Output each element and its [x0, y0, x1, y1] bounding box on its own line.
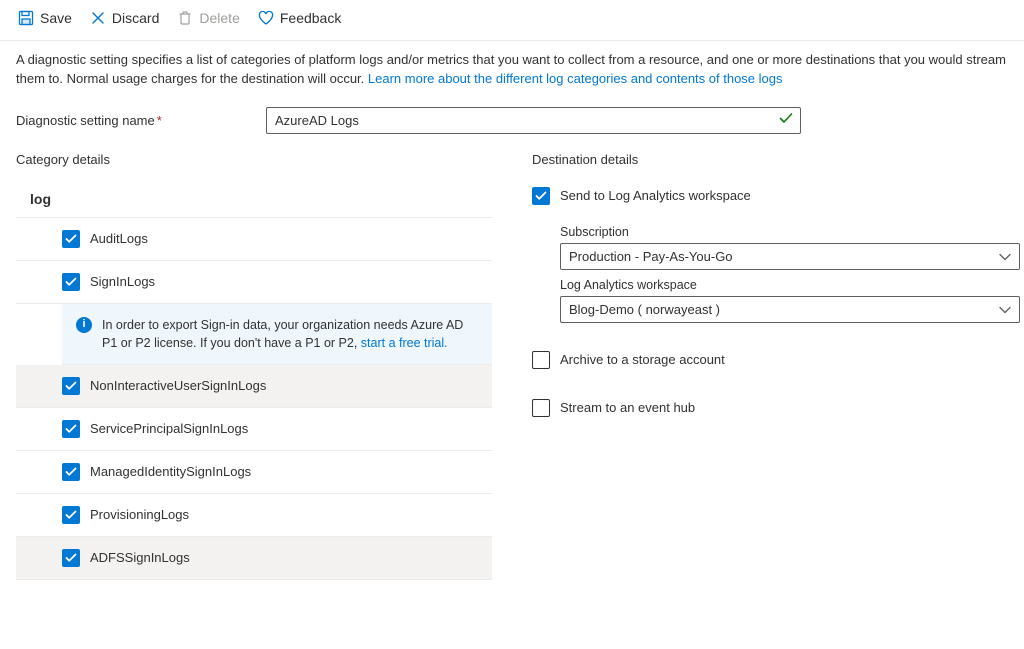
subscription-value: Production - Pay-As-You-Go: [569, 249, 733, 264]
chevron-down-icon: [999, 249, 1011, 264]
archive-storage-checkbox[interactable]: [532, 351, 550, 369]
info-icon: i: [76, 317, 92, 333]
log-label: ProvisioningLogs: [90, 507, 189, 522]
chevron-down-icon: [999, 302, 1011, 317]
destination-header: Destination details: [532, 152, 1008, 167]
save-label: Save: [40, 10, 72, 26]
feedback-button[interactable]: Feedback: [258, 10, 341, 26]
log-label: SignInLogs: [90, 274, 155, 289]
intro-text: A diagnostic setting specifies a list of…: [16, 51, 1006, 89]
send-log-analytics-label: Send to Log Analytics workspace: [560, 188, 751, 203]
stream-eventhub-row: Stream to an event hub: [532, 393, 1008, 423]
stream-eventhub-label: Stream to an event hub: [560, 400, 695, 415]
log-item: NonInteractiveUserSignInLogs: [16, 365, 492, 408]
log-label: AuditLogs: [90, 231, 148, 246]
command-bar: Save Discard Delete Feedback: [0, 0, 1024, 41]
discard-label: Discard: [112, 10, 159, 26]
columns: Category details log AuditLogs SignInLogs…: [16, 152, 1008, 580]
main-content: A diagnostic setting specifies a list of…: [0, 41, 1024, 600]
category-header: Category details: [16, 152, 492, 167]
log-checkbox[interactable]: [62, 230, 80, 248]
discard-button[interactable]: Discard: [90, 10, 159, 26]
log-list: AuditLogs SignInLogs i In order to export S…: [16, 218, 492, 580]
delete-button: Delete: [177, 10, 239, 26]
name-row: Diagnostic setting name*: [16, 107, 1008, 134]
delete-label: Delete: [199, 10, 239, 26]
category-column: Category details log AuditLogs SignInLogs…: [16, 152, 492, 580]
diagnostic-setting-name-input[interactable]: [266, 107, 801, 134]
feedback-label: Feedback: [280, 10, 341, 26]
log-item: ManagedIdentitySignInLogs: [16, 451, 492, 494]
log-label: ServicePrincipalSignInLogs: [90, 421, 248, 436]
send-log-analytics-row: Send to Log Analytics workspace: [532, 181, 1008, 211]
send-log-analytics-checkbox[interactable]: [532, 187, 550, 205]
log-analytics-subsection: Subscription Production - Pay-As-You-Go …: [532, 211, 1008, 327]
log-item: ServicePrincipalSignInLogs: [16, 408, 492, 451]
signin-info-box: i In order to export Sign-in data, your o…: [62, 304, 492, 365]
log-item: SignInLogs: [16, 261, 492, 304]
destination-column: Destination details Send to Log Analytic…: [532, 152, 1008, 580]
trash-icon: [177, 10, 193, 26]
name-label-text: Diagnostic setting name: [16, 113, 155, 128]
log-item: ProvisioningLogs: [16, 494, 492, 537]
learn-more-link[interactable]: Learn more about the different log categ…: [368, 71, 783, 86]
subscription-select[interactable]: Production - Pay-As-You-Go: [560, 243, 1020, 270]
log-item: AuditLogs: [16, 218, 492, 261]
log-checkbox[interactable]: [62, 549, 80, 567]
log-item: ADFSSignInLogs: [16, 537, 492, 580]
name-input-wrap: [266, 107, 801, 134]
stream-eventhub-checkbox[interactable]: [532, 399, 550, 417]
info-text: In order to export Sign-in data, your or…: [102, 316, 478, 352]
heart-icon: [258, 10, 274, 26]
archive-storage-label: Archive to a storage account: [560, 352, 725, 367]
log-checkbox[interactable]: [62, 463, 80, 481]
workspace-value: Blog-Demo ( norwayeast ): [569, 302, 720, 317]
required-asterisk: *: [157, 113, 162, 128]
archive-storage-row: Archive to a storage account: [532, 345, 1008, 375]
workspace-select[interactable]: Blog-Demo ( norwayeast ): [560, 296, 1020, 323]
subscription-label: Subscription: [560, 225, 1008, 239]
save-icon: [18, 10, 34, 26]
log-label: NonInteractiveUserSignInLogs: [90, 378, 266, 393]
valid-check-icon: [779, 113, 793, 128]
log-checkbox[interactable]: [62, 420, 80, 438]
workspace-label: Log Analytics workspace: [560, 278, 1008, 292]
name-label: Diagnostic setting name*: [16, 113, 266, 128]
log-label: ADFSSignInLogs: [90, 550, 190, 565]
free-trial-link[interactable]: start a free trial.: [361, 336, 448, 350]
log-checkbox[interactable]: [62, 506, 80, 524]
log-checkbox[interactable]: [62, 273, 80, 291]
save-button[interactable]: Save: [18, 10, 72, 26]
log-label: ManagedIdentitySignInLogs: [90, 464, 251, 479]
log-group-header: log: [16, 181, 492, 218]
log-checkbox[interactable]: [62, 377, 80, 395]
close-icon: [90, 10, 106, 26]
